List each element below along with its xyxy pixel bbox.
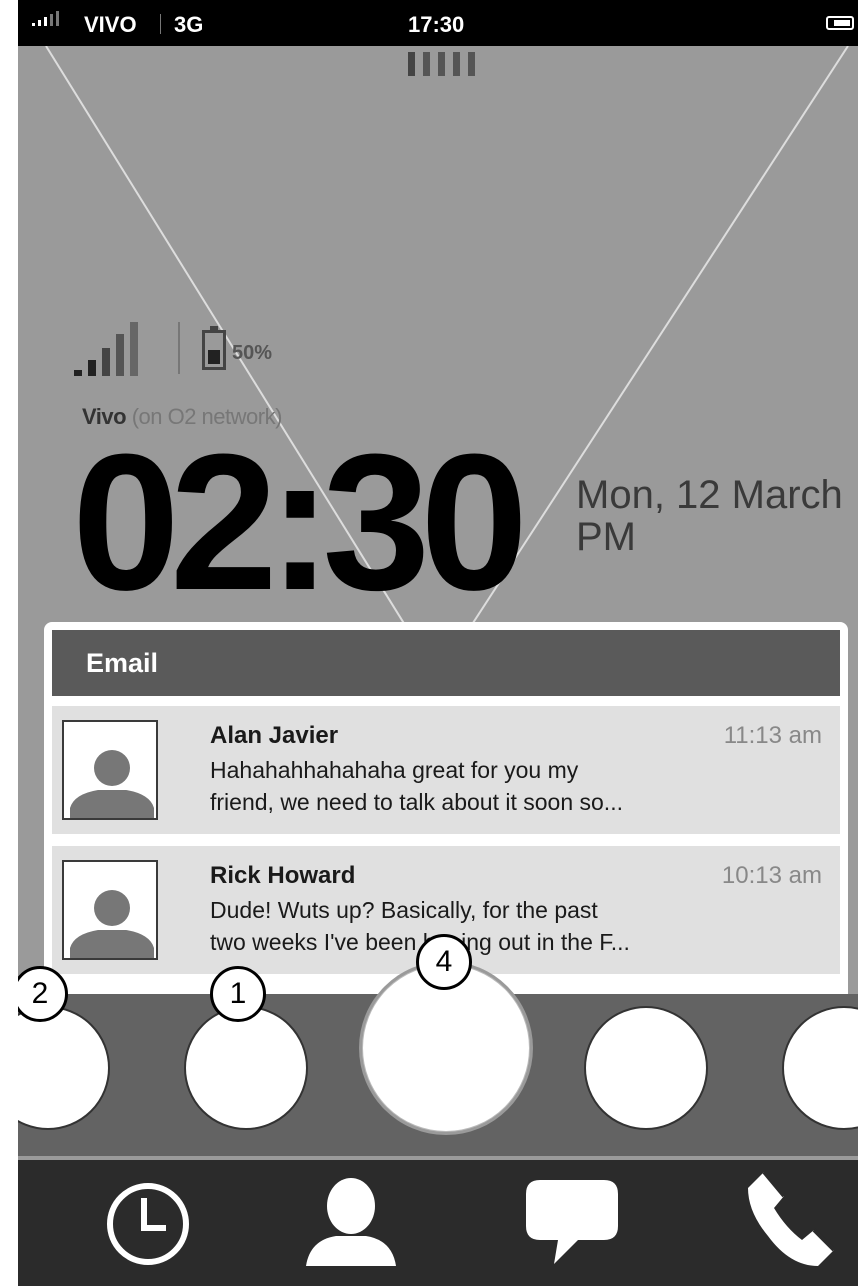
preview-line: Hahahahhahahaha great for you my <box>210 757 579 783</box>
tab-messages[interactable] <box>520 1160 624 1286</box>
notification-badge: 4 <box>416 934 472 990</box>
date-label: Mon, 12 March <box>576 473 843 517</box>
contact-icon <box>306 1178 396 1266</box>
phone-screen: VIVO 3G 17:30 50% Vivo (on O2 network) 0… <box>18 0 858 1286</box>
divider <box>160 14 161 34</box>
person-placeholder-icon <box>70 890 154 958</box>
tab-phone[interactable] <box>738 1160 836 1286</box>
person-placeholder-icon <box>70 750 154 818</box>
clock-icon <box>107 1183 189 1265</box>
email-sender: Rick Howard <box>210 862 356 889</box>
status-time: 17:30 <box>408 12 465 37</box>
lock-clock: 02:30 <box>72 414 528 631</box>
preview-line: two weeks I've been haning out in the F.… <box>210 929 630 955</box>
tab-contacts[interactable] <box>296 1160 406 1286</box>
divider <box>178 322 180 374</box>
dock-app-bubble[interactable] <box>584 1006 708 1130</box>
email-preview: Dude! Wuts up? Basically, for the past t… <box>210 894 750 958</box>
email-time: 10:13 am <box>721 862 822 889</box>
date-block: Mon, 12 March PM <box>576 474 843 558</box>
signal-strength-icon <box>74 320 154 376</box>
preview-line: Dude! Wuts up? Basically, for the past <box>210 897 598 923</box>
am-pm-label: PM <box>576 515 636 559</box>
status-bar: VIVO 3G 17:30 <box>18 0 858 46</box>
email-time: 11:13 am <box>723 722 822 749</box>
email-preview: Hahahahhahahaha great for you my friend,… <box>210 754 750 818</box>
network-type: 3G <box>174 12 204 37</box>
chat-bubble-icon <box>526 1180 618 1264</box>
carrier-label: VIVO <box>84 12 137 37</box>
email-sender: Alan Javier <box>210 722 339 749</box>
phone-icon <box>748 1170 836 1266</box>
battery-icon <box>202 326 226 370</box>
notification-badge: 1 <box>210 966 266 1022</box>
battery-percent: 50% <box>232 342 273 364</box>
email-row[interactable]: Alan Javier 11:13 am Hahahahhahahaha gre… <box>52 706 840 834</box>
battery-icon <box>826 16 854 30</box>
tab-bar <box>18 1160 858 1286</box>
card-title: Email <box>52 630 840 696</box>
avatar <box>62 720 158 820</box>
avatar <box>62 860 158 960</box>
tab-recents[interactable] <box>100 1160 196 1286</box>
preview-line: friend, we need to talk about it soon so… <box>210 789 623 815</box>
dock-app-bubble[interactable] <box>184 1006 308 1130</box>
